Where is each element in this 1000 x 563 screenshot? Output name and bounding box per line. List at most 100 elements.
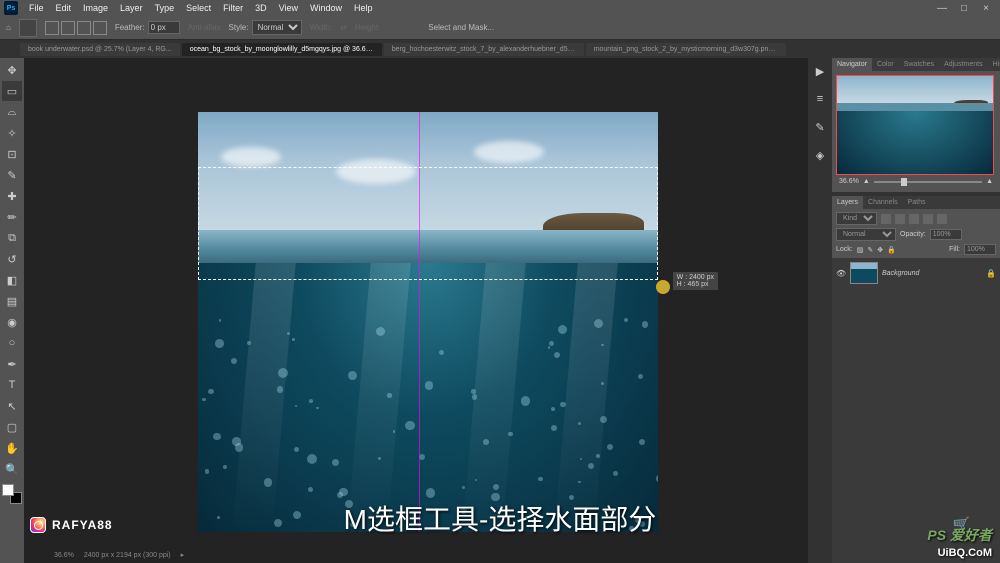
gradient-tool[interactable]: ▤ xyxy=(2,291,22,311)
selection-intersect-icon[interactable] xyxy=(93,21,107,35)
selection-new-icon[interactable] xyxy=(45,21,59,35)
eyedropper-tool[interactable]: ✎ xyxy=(2,165,22,185)
feather-label: Feather: xyxy=(115,23,145,32)
zoom-level[interactable]: 36.6% xyxy=(54,552,74,559)
layer-filter-kind[interactable]: Kind xyxy=(836,212,877,225)
menu-edit[interactable]: Edit xyxy=(51,3,77,13)
lock-all-icon[interactable]: 🔒 xyxy=(887,246,896,254)
document-tabs: book underwater.psd @ 25.7% (Layer 4, RG… xyxy=(0,40,1000,58)
menu-3d[interactable]: 3D xyxy=(250,3,272,13)
visibility-icon[interactable]: 👁 xyxy=(836,269,846,278)
dodge-tool[interactable]: ○ xyxy=(2,333,22,353)
lock-position-icon[interactable]: ✥ xyxy=(877,246,883,254)
doc-info[interactable]: 2400 px x 2194 px (300 ppi) xyxy=(84,552,171,559)
hand-tool[interactable]: ✋ xyxy=(2,438,22,458)
lock-pixels-icon[interactable]: ✎ xyxy=(867,246,873,254)
nav-zoom-slider[interactable] xyxy=(874,181,982,183)
marquee-selection[interactable] xyxy=(198,167,658,280)
expand-icon[interactable]: ▶ xyxy=(811,62,829,80)
menu-file[interactable]: File xyxy=(24,3,49,13)
blur-tool[interactable]: ◉ xyxy=(2,312,22,332)
opacity-input[interactable] xyxy=(930,229,962,240)
menu-help[interactable]: Help xyxy=(349,3,378,13)
status-arrow-icon[interactable]: ▸ xyxy=(181,551,185,559)
blend-mode-select[interactable]: Normal xyxy=(836,228,896,241)
tab-adjustments[interactable]: Adjustments xyxy=(939,58,988,71)
nav-zoom-value[interactable]: 36.6% xyxy=(839,178,859,185)
height-label: Height: xyxy=(355,23,380,32)
zoom-out-icon[interactable]: ▲ xyxy=(863,178,870,185)
filter-smart-icon[interactable] xyxy=(937,214,947,224)
tab-berg[interactable]: berg_hochoesterwitz_stock_7_by_alexander… xyxy=(384,43,584,56)
tab-navigator[interactable]: Navigator xyxy=(832,58,872,71)
tab-ocean-bg[interactable]: ocean_bg_stock_by_moonglowlilly_d5mgqys.… xyxy=(182,43,382,56)
lock-transparent-icon[interactable]: ▨ xyxy=(857,246,864,254)
menu-image[interactable]: Image xyxy=(78,3,113,13)
selection-dimensions-tooltip: W : 2400 px H : 465 px xyxy=(673,272,718,290)
marquee-tool[interactable]: ▭ xyxy=(2,81,22,101)
tab-color[interactable]: Color xyxy=(872,58,899,71)
menu-select[interactable]: Select xyxy=(181,3,216,13)
styles-icon[interactable]: ◈ xyxy=(811,146,829,164)
zoom-tool[interactable]: 🔍 xyxy=(2,459,22,479)
instagram-icon xyxy=(30,517,46,533)
canvas-area[interactable]: W : 2400 px H : 465 px 36.6% 2400 px x 2… xyxy=(24,58,808,563)
maximize-button[interactable]: □ xyxy=(954,3,974,14)
filter-adjustment-icon[interactable] xyxy=(895,214,905,224)
layer-row-background[interactable]: 👁 Background 🔒 xyxy=(834,260,998,286)
document-canvas[interactable]: W : 2400 px H : 465 px xyxy=(198,112,658,532)
right-panels: Navigator Color Swatches Adjustments His… xyxy=(832,58,1000,563)
zoom-in-icon[interactable]: ▲ xyxy=(986,178,993,185)
history-brush-tool[interactable]: ↺ xyxy=(2,249,22,269)
crop-tool[interactable]: ⊡ xyxy=(2,144,22,164)
menu-type[interactable]: Type xyxy=(150,3,180,13)
feather-input[interactable] xyxy=(148,21,180,34)
cursor-indicator xyxy=(656,280,670,294)
status-bar: 36.6% 2400 px x 2194 px (300 ppi) ▸ xyxy=(48,547,190,563)
tab-histogram[interactable]: Histogram xyxy=(988,58,1000,71)
lasso-tool[interactable]: ⌓ xyxy=(2,102,22,122)
close-button[interactable]: × xyxy=(976,3,996,14)
filter-shape-icon[interactable] xyxy=(923,214,933,224)
selection-subtract-icon[interactable] xyxy=(77,21,91,35)
tab-book-underwater[interactable]: book underwater.psd @ 25.7% (Layer 4, RG… xyxy=(20,43,180,56)
instagram-watermark: RAFYA88 xyxy=(30,517,113,533)
selection-add-icon[interactable] xyxy=(61,21,75,35)
tab-mountain[interactable]: mountain_png_stock_2_by_mysticmorning_d3… xyxy=(586,43,786,56)
menu-view[interactable]: View xyxy=(274,3,303,13)
tab-swatches[interactable]: Swatches xyxy=(899,58,939,71)
filter-pixel-icon[interactable] xyxy=(881,214,891,224)
layers-panel: Kind Normal Opacity: Lock: xyxy=(832,209,1000,563)
magic-wand-tool[interactable]: ✧ xyxy=(2,123,22,143)
history-icon[interactable]: ≡ xyxy=(811,90,829,108)
menu-filter[interactable]: Filter xyxy=(218,3,248,13)
path-tool[interactable]: ↖ xyxy=(2,396,22,416)
rectangle-tool[interactable]: ▢ xyxy=(2,417,22,437)
layer-thumbnail[interactable] xyxy=(850,262,878,284)
tab-layers[interactable]: Layers xyxy=(832,196,863,209)
menu-window[interactable]: Window xyxy=(305,3,347,13)
eraser-tool[interactable]: ◧ xyxy=(2,270,22,290)
home-icon[interactable]: ⌂ xyxy=(6,23,11,32)
tab-channels[interactable]: Channels xyxy=(863,196,903,209)
current-tool-icon[interactable] xyxy=(19,19,37,37)
layer-name[interactable]: Background xyxy=(882,270,982,277)
color-swatches[interactable] xyxy=(2,484,22,504)
brush-tool[interactable]: ✏ xyxy=(2,207,22,227)
lock-icon[interactable]: 🔒 xyxy=(986,269,996,278)
healing-tool[interactable]: ✚ xyxy=(2,186,22,206)
stamp-tool[interactable]: ⧉ xyxy=(2,228,22,248)
pen-tool[interactable]: ✒ xyxy=(2,354,22,374)
type-tool[interactable]: T xyxy=(2,375,22,395)
brush-panel-icon[interactable]: ✎ xyxy=(811,118,829,136)
menu-layer[interactable]: Layer xyxy=(115,3,148,13)
style-select[interactable]: Normal xyxy=(252,20,302,35)
select-and-mask-button[interactable]: Select and Mask... xyxy=(428,23,494,32)
filter-type-icon[interactable] xyxy=(909,214,919,224)
ps-logo-icon: Ps xyxy=(4,1,18,15)
navigator-thumbnail[interactable] xyxy=(836,75,994,175)
tab-paths[interactable]: Paths xyxy=(903,196,931,209)
move-tool[interactable]: ✥ xyxy=(2,60,22,80)
minimize-button[interactable]: — xyxy=(932,3,952,14)
fill-input[interactable] xyxy=(964,244,996,255)
